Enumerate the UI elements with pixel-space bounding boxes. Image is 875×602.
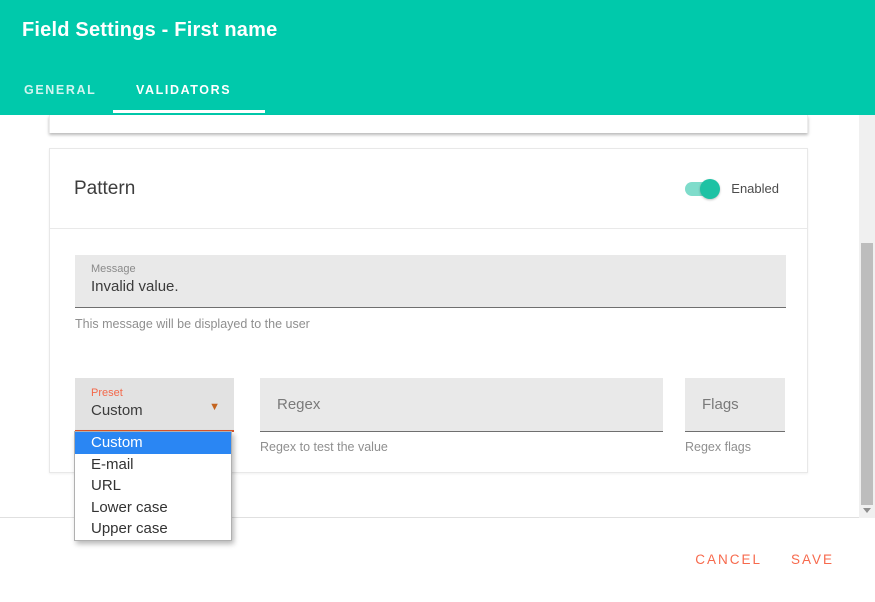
tab-general[interactable]: GENERAL	[24, 83, 96, 97]
preset-option-list: Custom E-mail URL Lower case Upper case	[74, 431, 232, 541]
message-field-value: Invalid value.	[75, 275, 786, 295]
preset-select-label: Preset	[75, 378, 234, 399]
regex-input[interactable]	[260, 378, 663, 431]
option-custom[interactable]: Custom	[75, 432, 231, 454]
pattern-validator-card: Pattern Enabled Message Invalid value. T…	[49, 148, 808, 473]
regex-field	[260, 378, 663, 432]
tab-validators[interactable]: VALIDATORS	[136, 83, 231, 97]
cancel-button[interactable]: CANCEL	[695, 552, 762, 567]
scroll-down-icon	[863, 508, 871, 513]
scrollbar-down-button[interactable]	[859, 504, 875, 516]
save-button[interactable]: SAVE	[791, 552, 834, 567]
toggle-label: Enabled	[731, 181, 779, 196]
preset-select[interactable]: Preset Custom ▼	[75, 378, 234, 432]
regex-helper-text: Regex to test the value	[260, 440, 388, 454]
flags-input[interactable]	[685, 378, 785, 431]
flags-field	[685, 378, 785, 432]
option-url[interactable]: URL	[75, 475, 231, 497]
toggle-knob	[700, 179, 720, 199]
dropdown-arrow-icon: ▼	[209, 402, 220, 413]
vertical-scrollbar[interactable]	[859, 115, 875, 518]
option-email[interactable]: E-mail	[75, 454, 231, 476]
field-settings-dialog: Field Settings - First name GENERAL VALI…	[0, 0, 875, 602]
pattern-enabled-toggle[interactable]: Enabled	[685, 181, 779, 196]
footer-actions: CANCEL SAVE	[695, 552, 834, 567]
message-field[interactable]: Message Invalid value.	[75, 255, 786, 308]
active-tab-indicator	[113, 110, 265, 113]
toggle-track	[685, 182, 717, 196]
flags-helper-text: Regex flags	[685, 440, 751, 454]
previous-validator-card-edge	[49, 115, 808, 133]
pattern-card-header: Pattern Enabled	[50, 149, 807, 229]
message-helper-text: This message will be displayed to the us…	[75, 317, 310, 331]
scrollbar-thumb[interactable]	[861, 243, 873, 505]
message-field-label: Message	[75, 255, 786, 275]
option-upper-case[interactable]: Upper case	[75, 518, 231, 540]
option-lower-case[interactable]: Lower case	[75, 497, 231, 519]
pattern-section-title: Pattern	[74, 178, 135, 200]
dialog-title: Field Settings - First name	[22, 19, 277, 42]
dialog-header: Field Settings - First name GENERAL VALI…	[0, 0, 875, 115]
